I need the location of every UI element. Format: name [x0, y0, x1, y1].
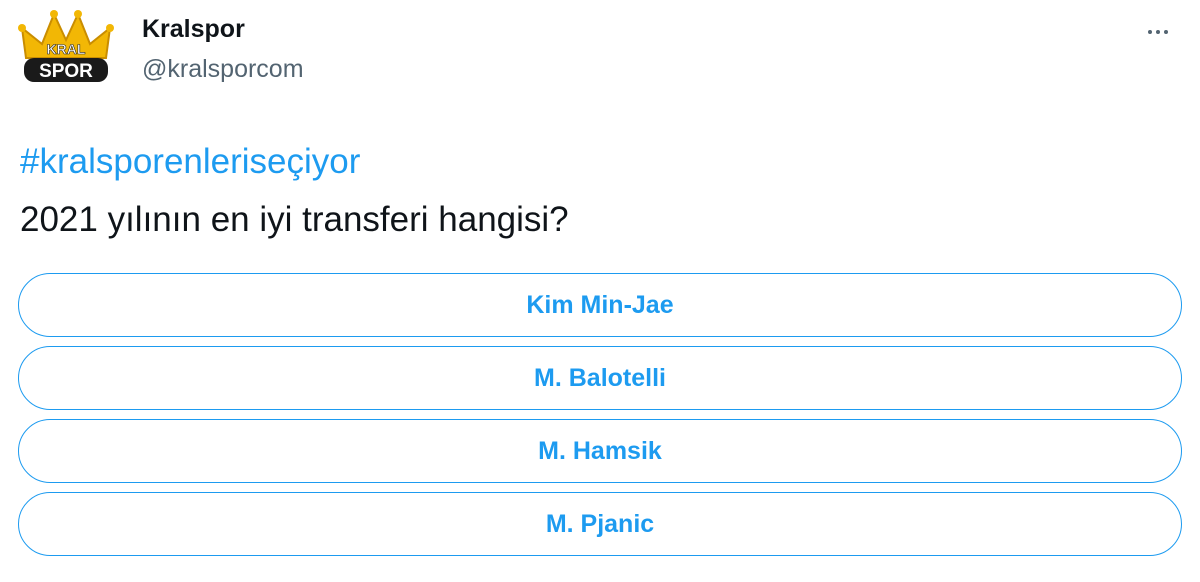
tweet-text: 2021 yılının en iyi transferi hangisi?: [20, 200, 569, 239]
more-icon-dot: [1164, 30, 1168, 34]
poll-option[interactable]: M. Pjanic: [18, 492, 1182, 556]
poll-option[interactable]: M. Hamsik: [18, 419, 1182, 483]
poll-option[interactable]: Kim Min-Jae: [18, 273, 1182, 337]
author-handle[interactable]: @kralsporcom: [142, 52, 304, 86]
more-icon-dot: [1156, 30, 1160, 34]
poll-option-label: M. Balotelli: [534, 363, 666, 392]
hashtag-link[interactable]: #kralsporenleriseçiyor: [20, 140, 360, 184]
svg-text:KRAL: KRAL: [47, 41, 86, 57]
more-button[interactable]: [1136, 14, 1180, 50]
tweet-card: KRAL SPOR Kralspor @kralsporcom #kralspo…: [0, 0, 1200, 582]
avatar[interactable]: KRAL SPOR: [18, 10, 114, 92]
poll: Kim Min-Jae M. Balotelli M. Hamsik M. Pj…: [18, 273, 1182, 565]
svg-text:SPOR: SPOR: [39, 61, 93, 82]
poll-option-label: M. Hamsik: [538, 436, 662, 465]
author-display-name[interactable]: Kralspor: [142, 12, 304, 46]
poll-option-label: M. Pjanic: [545, 509, 655, 538]
poll-option[interactable]: M. Balotelli: [18, 346, 1182, 410]
poll-option-label: Kim Min-Jae: [526, 290, 674, 319]
more-icon: [1148, 30, 1152, 34]
kralspor-logo: KRAL SPOR: [18, 10, 114, 82]
author-info: Kralspor @kralsporcom: [142, 12, 304, 86]
